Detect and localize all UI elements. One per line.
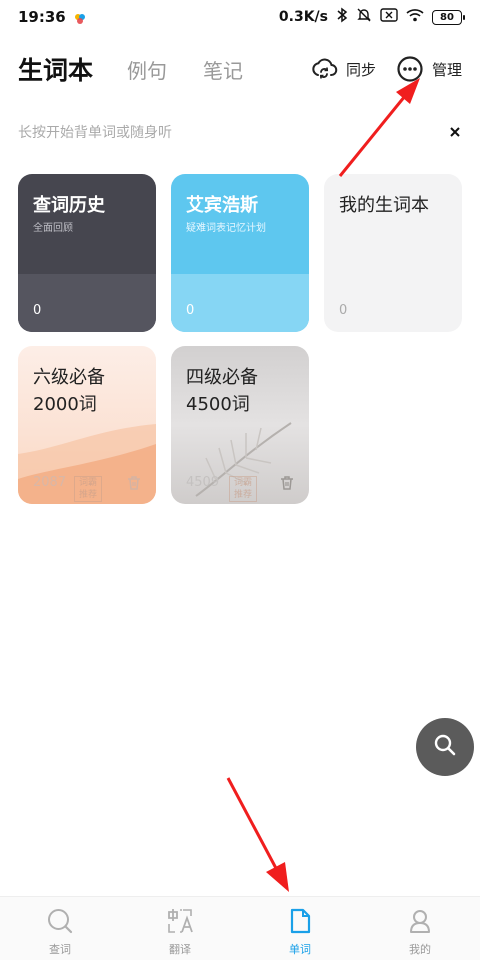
card-title: 我的生词本 — [339, 195, 429, 216]
card-title: 查词历史 — [33, 195, 105, 216]
status-indicators: 0.3K/s 80 — [278, 7, 465, 27]
floating-search-button[interactable] — [416, 718, 474, 776]
card-subtitle: 全面回顾 — [33, 223, 73, 234]
card-word-count: 0 — [33, 303, 42, 318]
status-bar: 19:36 0.3K/s 80 — [0, 0, 480, 34]
card-cet4[interactable]: 四级必备 4500词 4509 词霸推荐 — [171, 346, 309, 504]
nav-label: 查词 — [49, 943, 71, 956]
recommend-stamp: 词霸推荐 — [74, 476, 102, 502]
cloud-sync-icon — [310, 55, 338, 83]
network-speed: 0.3K/s — [278, 9, 328, 25]
hint-banner: 长按开始背单词或随身听 — [18, 120, 464, 144]
card-word-count: 0 — [186, 303, 195, 318]
card-word-count: 4509 — [186, 475, 220, 490]
tab-vocabulary-book[interactable]: 生词本 — [18, 51, 93, 87]
nav-label: 我的 — [409, 943, 431, 956]
header-actions: 同步 管理 — [310, 55, 462, 83]
bottom-navigation: 查词 翻译 单词 我的 — [0, 896, 480, 960]
card-title: 六级必备 2000词 — [33, 364, 105, 418]
app-notification-icon — [74, 11, 86, 24]
card-word-count: 0 — [339, 303, 348, 318]
trash-icon[interactable] — [126, 475, 142, 491]
card-cet6[interactable]: 六级必备 2000词 2087 词霸推荐 — [18, 346, 156, 504]
translate-icon — [166, 907, 194, 935]
trash-icon[interactable] — [279, 475, 295, 491]
nav-item-lookup[interactable]: 查词 — [0, 897, 120, 960]
status-time: 19:36 — [18, 8, 66, 26]
card-title: 四级必备 4500词 — [186, 364, 258, 418]
card-subtitle: 疑难词表记忆计划 — [186, 223, 266, 234]
sim-off-icon — [380, 8, 398, 26]
hint-text: 长按开始背单词或随身听 — [18, 125, 172, 141]
sync-label: 同步 — [345, 60, 376, 79]
nav-item-words[interactable]: 单词 — [240, 897, 360, 960]
search-icon — [46, 907, 74, 935]
arrow-to-words-tab — [226, 777, 289, 892]
mute-bell-icon — [356, 7, 372, 27]
nav-label: 单词 — [289, 943, 311, 956]
nav-item-translate[interactable]: 翻译 — [120, 897, 240, 960]
person-icon — [406, 907, 434, 935]
card-title-line1: 六级必备 — [33, 367, 105, 388]
close-icon[interactable] — [446, 123, 464, 141]
search-icon — [433, 733, 457, 761]
card-title-line2: 4500词 — [186, 394, 250, 415]
card-my-vocabulary[interactable]: 我的生词本 0 — [324, 174, 462, 332]
sync-button[interactable]: 同步 — [310, 55, 376, 83]
wifi-icon — [406, 8, 424, 26]
tab-notes[interactable]: 笔记 — [203, 55, 243, 84]
more-options-icon — [396, 55, 424, 83]
manage-label: 管理 — [431, 60, 462, 79]
card-title-line1: 四级必备 — [186, 367, 258, 388]
card-ebbinghaus[interactable]: 艾宾浩斯 疑难词表记忆计划 0 — [171, 174, 309, 332]
manage-button[interactable]: 管理 — [396, 55, 462, 83]
header: 生词本 例句 笔记 同步 管理 — [0, 44, 480, 94]
document-icon — [286, 907, 314, 935]
bluetooth-icon — [336, 7, 348, 27]
nav-item-profile[interactable]: 我的 — [360, 897, 480, 960]
card-title-line2: 2000词 — [33, 394, 97, 415]
card-lookup-history[interactable]: 查词历史 全面回顾 0 — [18, 174, 156, 332]
card-title: 艾宾浩斯 — [186, 195, 258, 216]
tab-example-sentences[interactable]: 例句 — [127, 55, 167, 84]
battery-indicator: 80 — [432, 9, 465, 25]
recommend-stamp: 词霸推荐 — [229, 476, 257, 502]
nav-label: 翻译 — [169, 943, 191, 956]
card-word-count: 2087 — [33, 475, 67, 490]
